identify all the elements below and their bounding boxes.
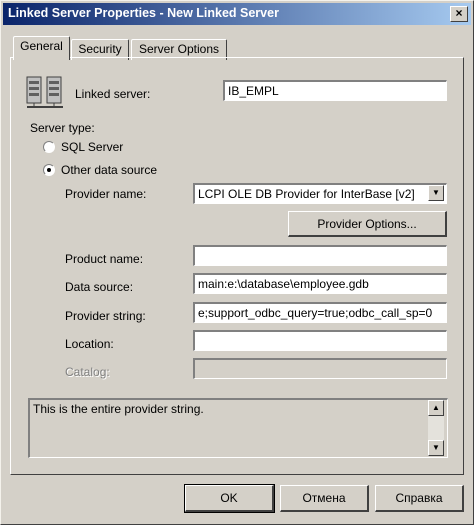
tab-label: Server Options	[138, 42, 220, 56]
general-panel	[10, 57, 464, 475]
window-title: Linked Server Properties - New Linked Se…	[8, 6, 279, 20]
tab-label: Security	[78, 42, 122, 56]
cancel-button[interactable]: Отмена	[280, 485, 369, 512]
close-button[interactable]: ×	[450, 6, 468, 22]
tab-general[interactable]: General	[13, 36, 70, 60]
ok-button[interactable]: OK	[184, 484, 275, 513]
help-button[interactable]: Справка	[375, 485, 464, 512]
title-bar[interactable]: Linked Server Properties - New Linked Se…	[3, 3, 471, 25]
tab-label: General	[20, 39, 63, 53]
dialog-window: Linked Server Properties - New Linked Se…	[0, 0, 474, 525]
